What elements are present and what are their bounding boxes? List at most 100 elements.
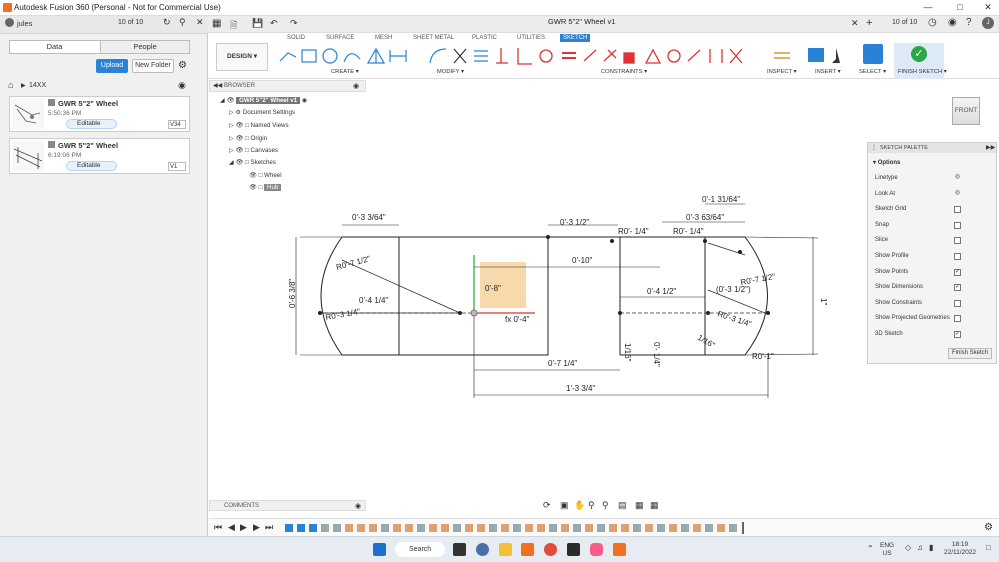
user-name[interactable]: jules [17,19,32,28]
dimension-label[interactable]: 1/16" [623,343,632,362]
dimension-label[interactable]: 0'-4 1/2" [647,287,676,296]
tab-sketch[interactable]: SKETCH [560,34,591,42]
editable-status[interactable]: Editable [66,119,117,129]
palette-grip-icon[interactable]: ⋮ [871,144,877,151]
palette-option-icon[interactable]: ◎ [954,174,961,182]
file-card[interactable]: GWR 5"2" Wheel 5:50:36 PM Editable V34 [9,96,190,132]
notification-icon[interactable]: □ [986,543,991,552]
grid-settings-icon[interactable]: ▦ [635,500,644,511]
help-icon[interactable]: ? [966,17,972,28]
step-forward-icon[interactable]: ▶ [253,522,260,533]
clock[interactable]: 18:19 22/11/2022 [944,541,976,557]
dimension-label[interactable]: R0'-3 1/4" [325,307,361,322]
undo-icon[interactable]: ↶ [270,18,278,29]
step-back-icon[interactable]: ◀ [228,522,235,533]
modify-menu[interactable]: MODIFY ▾ [437,69,464,75]
task-view-icon[interactable] [453,543,466,556]
collapse-icon[interactable]: ◀◀ [213,82,222,89]
go-to-start-icon[interactable]: ⏮ [214,522,222,533]
home-icon[interactable]: ⌂ [8,80,13,90]
dimension-label[interactable]: R0'-1" [752,352,774,361]
version-select[interactable]: V1 [168,162,186,171]
pin-icon[interactable]: ◉ [353,82,359,90]
refresh-icon[interactable]: ↻ [163,17,171,28]
tab-people[interactable]: People [100,41,189,53]
dimension-label[interactable]: 1" [819,298,828,305]
palette-option-checkbox[interactable] [954,315,961,323]
palette-option-checkbox[interactable]: ✓ [954,284,961,292]
document-tab[interactable]: GWR 5"2" Wheel v1 [548,17,615,26]
dimension-label[interactable]: R0'- 1/4" [673,227,704,236]
user-avatar[interactable]: J [982,17,994,29]
palette-option-checkbox[interactable] [954,299,961,307]
settings-icon[interactable] [476,543,489,556]
upload-button[interactable]: Upload [96,59,128,73]
fusion-taskbar-icon[interactable] [521,543,534,556]
dimension-label[interactable]: 0'-3 63/64" [686,213,724,222]
chevron-up-icon[interactable]: ⌃ [867,544,874,553]
wifi-icon[interactable]: ◇ [905,543,911,552]
dimension-label[interactable]: R0'-3 1/4" [716,309,752,328]
close-button[interactable]: ✕ [978,2,998,14]
save-icon[interactable]: 💾 [252,18,263,29]
dimension-label[interactable]: 0'-6 3/8" [288,279,297,308]
new-folder-button[interactable]: New Folder [132,59,174,73]
battery-icon[interactable]: ▮ [929,543,933,552]
share-icon[interactable]: ◉ [178,80,186,91]
dimension-label[interactable]: 0'-3 1/2" [560,218,589,227]
timeline-features[interactable] [285,522,755,534]
create-menu[interactable]: CREATE ▾ [331,69,359,75]
tab-solid[interactable]: SOLID [287,35,305,41]
gear-icon[interactable]: ⚙ [178,60,187,71]
pan-icon[interactable]: ✋ [574,500,585,511]
dimension-label[interactable]: 0'-1 31/64" [702,195,740,204]
dimension-label[interactable]: 1'-3 3/4" [566,384,595,393]
dimension-label[interactable]: 1/16" [696,333,717,350]
grid-menu-icon[interactable]: ▦ [212,18,221,29]
palette-option-checkbox[interactable] [954,206,961,214]
tab-utilities[interactable]: UTILITIES [517,35,545,41]
dimension-label[interactable]: fx 0'-4" [505,315,530,324]
gear-icon[interactable]: ⚙ [984,522,993,533]
palette-option-checkbox[interactable]: ✓ [954,331,961,338]
dimension-label[interactable]: (0'-3 1/2") [716,285,751,294]
tab-mesh[interactable]: MESH [375,35,392,41]
clock-icon[interactable]: ◷ [928,17,937,28]
breadcrumb[interactable]: 14XX [29,82,46,89]
search-icon[interactable]: ⚲ [179,17,186,28]
select-menu[interactable]: SELECT ▾ [859,69,886,75]
file-explorer-icon[interactable] [499,543,512,556]
palette-option-checkbox[interactable]: ✓ [954,268,961,276]
maximize-button[interactable]: □ [950,2,970,14]
dimension-label[interactable]: 0'-10" [572,256,593,265]
fusion-taskbar-icon-2[interactable] [613,543,626,556]
windows-start-icon[interactable] [373,543,386,556]
browser-header[interactable]: ◀◀ BROWSER ◉ [209,80,366,92]
editable-status[interactable]: Editable [66,161,117,171]
taskbar-search[interactable]: Search [395,542,445,557]
fit-icon[interactable]: ⚲ [602,500,609,511]
tab-surface[interactable]: SURFACE [326,35,354,41]
dimension-label[interactable]: 0'- 1/4" [652,342,661,367]
tab-sheet-metal[interactable]: SHEET METAL [413,35,454,41]
palette-option-checkbox[interactable] [954,221,961,229]
display-settings-icon[interactable]: ▤ [618,500,627,511]
select-icon[interactable] [863,44,883,64]
close-tab-icon[interactable]: ✕ [851,18,859,29]
language-indicator[interactable]: ENG US [880,542,894,558]
finish-sketch-menu[interactable]: FINISH SKETCH ▾ [898,69,947,75]
redo-icon[interactable]: ↷ [290,18,298,29]
insert-menu[interactable]: INSERT ▾ [815,69,841,75]
go-to-end-icon[interactable]: ⏭ [265,522,273,533]
bell-icon[interactable]: ◉ [948,17,957,28]
dimension-label[interactable]: 0'-8" [485,284,501,293]
close-panel-icon[interactable]: ✕ [196,17,204,28]
dimension-label[interactable]: 0'-7 1/4" [548,359,577,368]
dimension-label[interactable]: R0'- 1/4" [618,227,649,236]
design-workspace-button[interactable]: DESIGN ▾ [216,43,268,71]
dimension-label[interactable]: 0'-4 1/4" [359,296,388,305]
constraints-menu[interactable]: CONSTRAINTS ▾ [601,69,647,75]
add-comment-icon[interactable]: ◉ [355,502,361,510]
chrome-icon[interactable] [544,543,557,556]
new-tab-icon[interactable]: + [866,17,872,29]
